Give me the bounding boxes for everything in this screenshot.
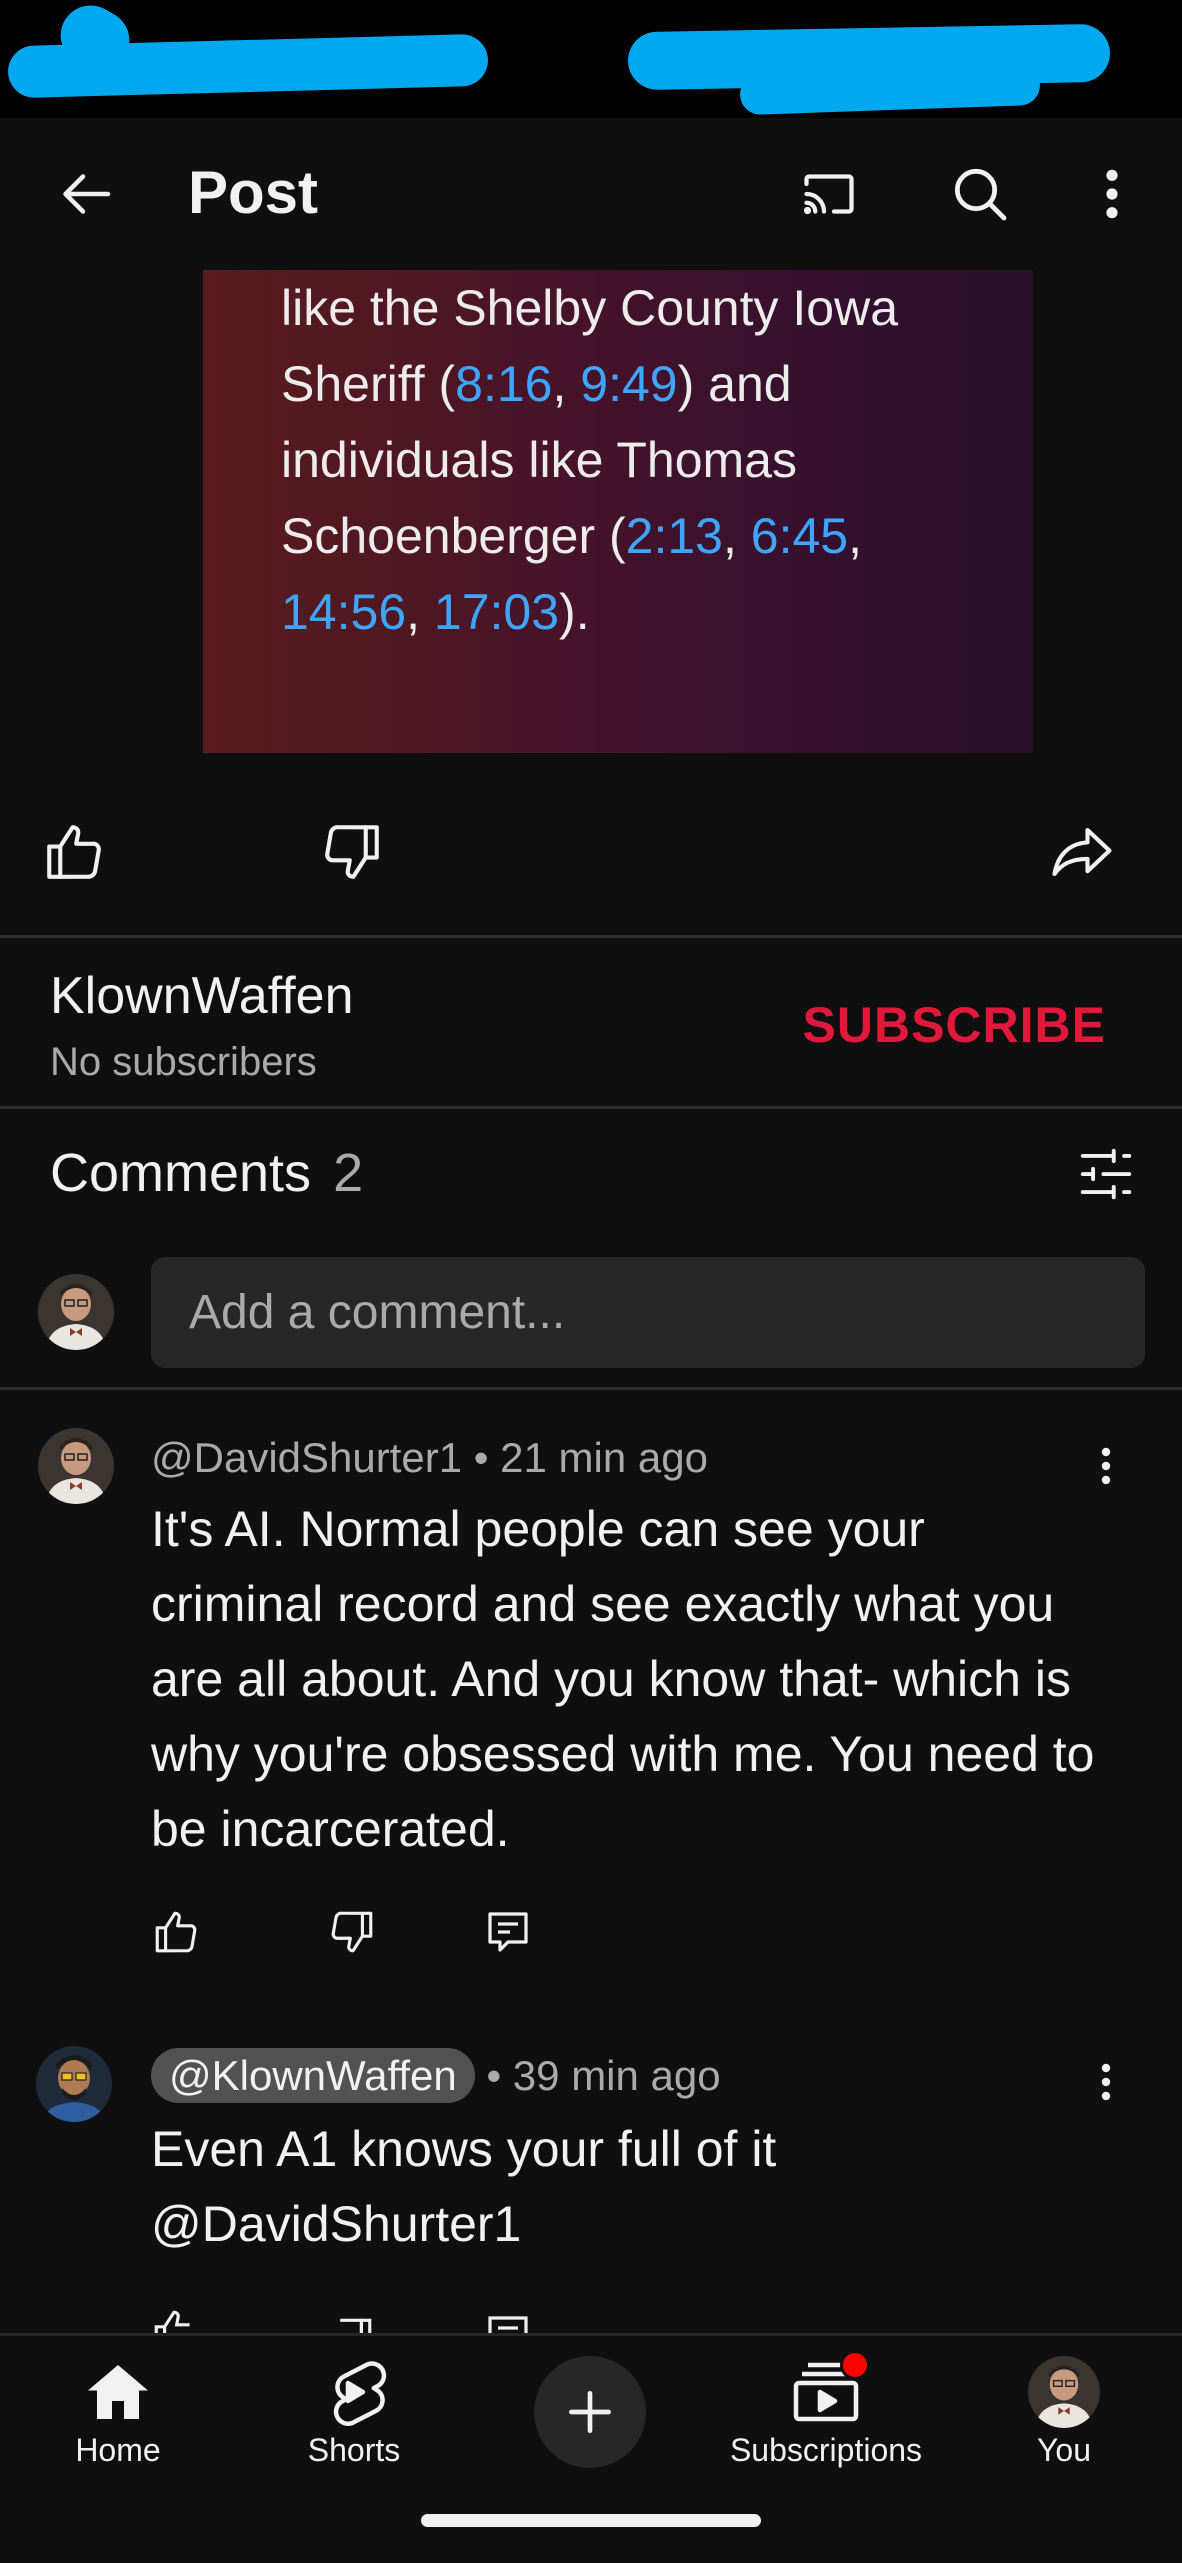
timestamp-link[interactable]: 8:16: [455, 356, 552, 412]
dislike-button[interactable]: [314, 814, 390, 890]
like-button[interactable]: [36, 814, 112, 890]
nav-home-label: Home: [75, 2432, 161, 2468]
back-arrow-icon: [63, 174, 111, 214]
post-line: individuals like Thomas: [281, 422, 1001, 498]
subscribe-button[interactable]: SUBSCRIBE: [803, 996, 1106, 1054]
post-text-segment: Schoenberger (: [281, 508, 626, 564]
share-button[interactable]: [1044, 814, 1120, 890]
more-vert-icon: [1106, 169, 1118, 219]
timestamp-link[interactable]: 2:13: [626, 508, 723, 564]
comment-author-avatar[interactable]: [36, 2046, 112, 2122]
like-icon: [155, 1911, 197, 1953]
home-icon: [88, 2365, 148, 2419]
comment-like-button[interactable]: [144, 1900, 208, 1964]
nav-subscriptions-label: Subscriptions: [729, 2432, 923, 2468]
share-icon: [1052, 827, 1112, 877]
like-icon: [47, 825, 101, 879]
comment-sort-button[interactable]: [1068, 1136, 1144, 1212]
post-line: Sheriff (8:16, 9:49) and: [281, 346, 1001, 422]
timestamp-link[interactable]: 14:56: [281, 584, 406, 640]
divider: [0, 1387, 1182, 1390]
dislike-icon: [331, 1911, 373, 1953]
post-text-segment: ) and: [677, 356, 792, 412]
you-avatar: [1028, 2356, 1100, 2428]
create-button[interactable]: [534, 2356, 646, 2468]
home-indicator[interactable]: [421, 2514, 761, 2527]
comments-header-label: Comments: [50, 1143, 312, 1203]
comment-body: It's AI. Normal people can see your crim…: [151, 1501, 1095, 1857]
comment-reply-button[interactable]: [476, 1900, 540, 1964]
dislike-icon[interactable]: [326, 2314, 376, 2333]
more-vert-icon: [1101, 1447, 1111, 1485]
bottom-navigation: Home Shorts Subscriptions You: [0, 2333, 1182, 2563]
back-button[interactable]: [48, 154, 128, 234]
nav-shorts-label: Shorts: [307, 2432, 401, 2468]
comment-dislike-button[interactable]: [320, 1900, 384, 1964]
post-text-segment: ,: [552, 356, 581, 412]
post-text-segment: individuals like Thomas: [281, 432, 797, 488]
comment-time: • 39 min ago: [486, 2052, 721, 2099]
divider: [0, 935, 1182, 938]
avatar-image: [1028, 2356, 1100, 2428]
comment-actions-clipped: [0, 2300, 1182, 2333]
timestamp-link[interactable]: 17:03: [434, 584, 559, 640]
cast-button[interactable]: [786, 154, 872, 234]
more-options-button[interactable]: [1072, 154, 1152, 234]
reply-icon: [488, 1912, 528, 1952]
channel-subscriber-count: No subscribers: [50, 1040, 317, 1084]
comment-body: Even A1 knows your full of it @DavidShur…: [151, 2121, 777, 2252]
post-text-segment: ,: [406, 584, 434, 640]
comments-header: Comments 2: [50, 1142, 363, 1204]
avatar-image: [36, 2046, 112, 2122]
add-comment-field[interactable]: [151, 1257, 1145, 1368]
comment-author[interactable]: @DavidShurter1: [151, 1434, 462, 1481]
avatar-image: [38, 1274, 114, 1350]
comment-meta: @DavidShurter1 • 21 min ago: [151, 1434, 708, 1482]
more-vert-icon: [1101, 2063, 1111, 2101]
comment-meta: @KlownWaffen • 39 min ago: [151, 2048, 721, 2103]
post-actions-row: [0, 800, 1182, 900]
post-line: like the Shelby County Iowa: [281, 270, 1001, 346]
post-line: Schoenberger (2:13, 6:45,: [281, 498, 1001, 574]
nav-subscriptions[interactable]: Subscriptions: [726, 2350, 926, 2469]
post-text-segment: Sheriff (: [281, 356, 456, 412]
cast-icon: [803, 174, 854, 215]
comments-count: 2: [333, 1143, 364, 1203]
app-bar: Post: [0, 118, 1182, 270]
search-icon: [954, 168, 1007, 221]
divider: [0, 1106, 1182, 1109]
timestamp-link[interactable]: 6:45: [751, 508, 848, 564]
post-image[interactable]: like the Shelby County Iowa Sheriff (8:1…: [203, 270, 1033, 753]
post-image-text: like the Shelby County Iowa Sheriff (8:1…: [281, 270, 1001, 650]
add-comment-input[interactable]: [151, 1257, 1145, 1368]
page-title: Post: [188, 159, 319, 226]
like-icon[interactable]: [150, 2306, 200, 2333]
post-text-segment: like the Shelby County Iowa: [281, 280, 899, 336]
nav-shorts[interactable]: Shorts: [254, 2356, 454, 2469]
plus-icon: [569, 2391, 611, 2433]
reply-icon[interactable]: [484, 2312, 532, 2333]
sort-filter-icon: [1080, 1148, 1132, 1200]
notification-dot: [840, 2350, 870, 2380]
shorts-icon: [333, 2361, 387, 2426]
post-line: 14:56, 17:03).: [281, 574, 1001, 650]
post-text-segment: ,: [722, 508, 751, 564]
comment-author-chip[interactable]: @KlownWaffen: [151, 2048, 475, 2103]
comment-author-avatar[interactable]: [38, 1428, 114, 1504]
status-bar: [0, 0, 1182, 118]
avatar-image: [38, 1428, 114, 1504]
channel-name[interactable]: KlownWaffen: [50, 966, 354, 1026]
timestamp-link[interactable]: 9:49: [580, 356, 677, 412]
post-text-segment: ,: [848, 508, 863, 564]
comment-time: • 21 min ago: [473, 1434, 708, 1481]
nav-you[interactable]: You: [964, 2356, 1164, 2469]
nav-home[interactable]: Home: [18, 2356, 218, 2469]
comment-more-button[interactable]: [1086, 2044, 1126, 2120]
nav-you-label: You: [1037, 2432, 1091, 2468]
search-button[interactable]: [940, 154, 1020, 234]
dislike-icon: [325, 825, 379, 879]
post-text-segment: ).: [559, 584, 590, 640]
current-user-avatar: [38, 1274, 114, 1350]
